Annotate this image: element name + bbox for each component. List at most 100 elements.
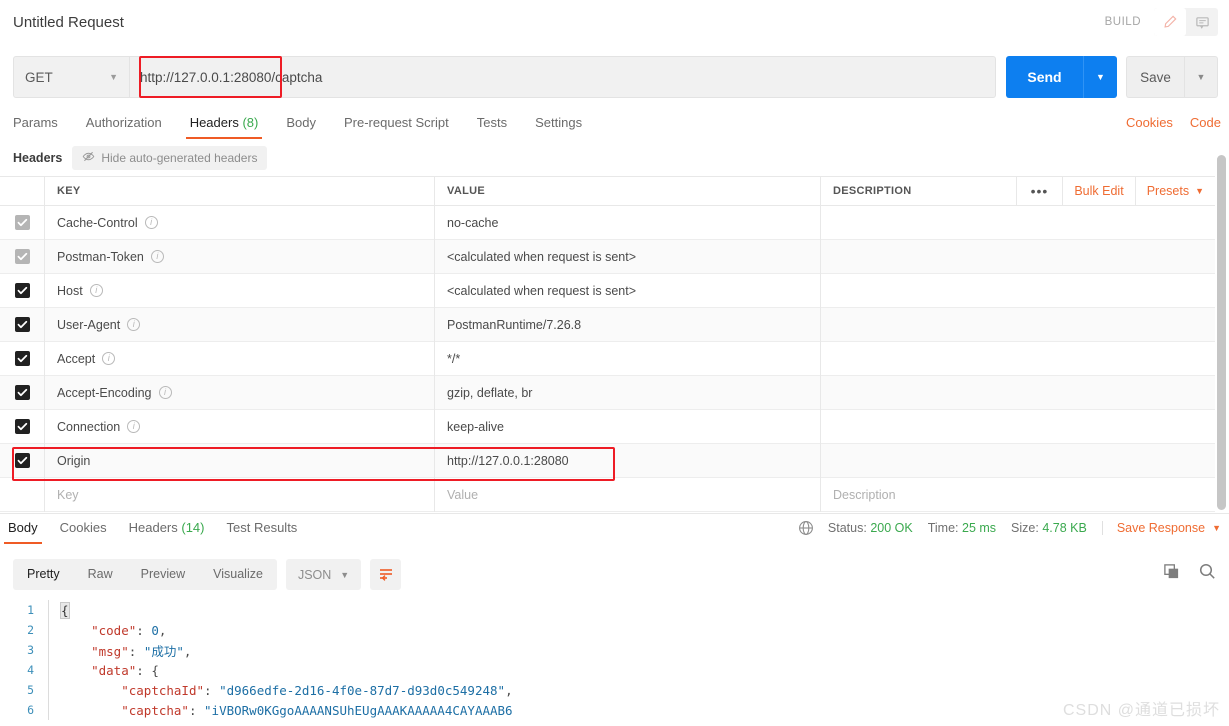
header-enabled-checkbox[interactable]	[14, 215, 30, 230]
row-description-cell[interactable]	[820, 443, 1215, 478]
row-key-cell[interactable]: Connection i	[44, 409, 434, 444]
cookies-link[interactable]: Cookies	[1126, 115, 1173, 130]
row-key-cell[interactable]: Accept-Encoding i	[44, 375, 434, 410]
row-description-cell[interactable]	[820, 239, 1215, 274]
row-value-cell[interactable]: http://127.0.0.1:28080	[434, 443, 820, 478]
hide-auto-generated-headers-toggle[interactable]: Hide auto-generated headers	[72, 146, 268, 170]
row-description-cell[interactable]	[820, 409, 1215, 444]
row-description-cell[interactable]	[820, 341, 1215, 376]
word-wrap-icon[interactable]	[370, 559, 402, 590]
copy-icon[interactable]	[1163, 563, 1180, 585]
code-link[interactable]: Code	[1190, 115, 1221, 130]
new-value-input[interactable]: Value	[447, 488, 478, 502]
table-row[interactable]: Accept i */*	[0, 341, 1215, 376]
format-dropdown[interactable]: JSON ▼	[285, 559, 362, 590]
info-icon[interactable]: i	[127, 318, 141, 331]
row-key-cell[interactable]: Postman-Token i	[44, 239, 434, 274]
tab-pre-request-script[interactable]: Pre-request Script	[344, 115, 449, 139]
response-tab-cookies[interactable]: Cookies	[60, 520, 107, 544]
header-enabled-checkbox[interactable]	[14, 249, 30, 264]
header-enabled-checkbox[interactable]	[14, 453, 30, 468]
info-icon[interactable]: i	[150, 250, 164, 263]
tab-settings[interactable]: Settings	[535, 115, 582, 139]
response-tab-test-results[interactable]: Test Results	[227, 520, 298, 544]
globe-icon[interactable]	[798, 520, 814, 536]
header-enabled-checkbox[interactable]	[14, 317, 30, 332]
row-key-cell[interactable]: Origin	[44, 443, 434, 478]
info-icon[interactable]: i	[158, 386, 172, 399]
row-value-cell[interactable]: PostmanRuntime/7.26.8	[434, 307, 820, 342]
new-description-input[interactable]: Description	[833, 488, 896, 502]
info-icon[interactable]: i	[102, 352, 116, 365]
info-icon[interactable]: i	[144, 216, 158, 229]
search-icon[interactable]	[1198, 562, 1216, 585]
tab-authorization[interactable]: Authorization	[86, 115, 162, 139]
new-key-input[interactable]: Key	[57, 488, 79, 502]
new-row-value-cell[interactable]: Value	[434, 477, 820, 512]
header-enabled-checkbox[interactable]	[14, 283, 30, 298]
save-response-label: Save Response	[1116, 521, 1206, 535]
view-raw[interactable]: Raw	[74, 559, 127, 590]
tab-headers[interactable]: Headers (8)	[185, 115, 262, 139]
row-description-cell[interactable]	[820, 273, 1215, 308]
request-tab-links: Cookies Code	[1109, 115, 1229, 130]
table-row[interactable]: Postman-Token i <calculated when request i…	[0, 239, 1215, 274]
header-enabled-checkbox[interactable]	[14, 385, 30, 400]
method-dropdown[interactable]: GET ▼	[13, 56, 130, 98]
table-row[interactable]: Accept-Encoding i gzip, deflate, br	[0, 375, 1215, 410]
row-value-cell[interactable]: */*	[434, 341, 820, 376]
bulk-edit-button[interactable]: Bulk Edit	[1062, 177, 1134, 205]
row-value-cell[interactable]: <calculated when request is sent>	[434, 239, 820, 274]
row-value-cell[interactable]: <calculated when request is sent>	[434, 273, 820, 308]
row-description-cell[interactable]	[820, 205, 1215, 240]
send-button[interactable]: Send	[1006, 56, 1083, 98]
row-value-cell[interactable]: keep-alive	[434, 409, 820, 444]
new-row-key-cell[interactable]: Key	[44, 477, 434, 512]
tab-tests[interactable]: Tests	[477, 115, 507, 139]
row-description-cell[interactable]	[820, 307, 1215, 342]
url-host-text: http://127.0.0.1:28080	[140, 69, 272, 85]
comment-icon[interactable]	[1186, 8, 1218, 36]
table-row[interactable]: Host i <calculated when request is sent>	[0, 273, 1215, 308]
info-icon[interactable]: i	[127, 420, 141, 433]
row-key-cell[interactable]: User-Agent i	[44, 307, 434, 342]
row-value-cell[interactable]: no-cache	[434, 205, 820, 240]
save-response-button[interactable]: Save Response ▼	[1101, 521, 1221, 535]
tab-pre-request-script-label: Pre-request Script	[343, 115, 449, 130]
new-row-description-cell[interactable]: Description	[820, 477, 1215, 512]
response-tab-headers[interactable]: Headers (14)	[129, 520, 205, 544]
row-checkbox-cell	[0, 351, 44, 366]
row-key-cell[interactable]: Host i	[44, 273, 434, 308]
eye-off-icon	[82, 150, 95, 166]
ellipsis-icon[interactable]: •••	[1015, 177, 1063, 205]
view-preview[interactable]: Preview	[127, 559, 199, 590]
tab-body[interactable]: Body	[286, 115, 316, 139]
row-value-cell[interactable]: gzip, deflate, br	[434, 375, 820, 410]
view-pretty[interactable]: Pretty	[13, 559, 74, 590]
header-enabled-checkbox[interactable]	[14, 419, 30, 434]
header-key-text: Connection i	[57, 420, 141, 434]
row-checkbox-cell	[0, 215, 44, 230]
response-tab-body[interactable]: Body	[4, 520, 42, 544]
code-token: :	[128, 643, 144, 659]
table-row[interactable]: Origin http://127.0.0.1:28080	[0, 443, 1215, 478]
row-description-cell[interactable]	[820, 375, 1215, 410]
new-header-row[interactable]: Key Value Description	[0, 477, 1215, 512]
url-input[interactable]: http://127.0.0.1:28080/captcha	[130, 56, 996, 98]
table-row[interactable]: Connection i keep-alive	[0, 409, 1215, 444]
row-key-cell[interactable]: Cache-Control i	[44, 205, 434, 240]
table-row[interactable]: User-Agent i PostmanRuntime/7.26.8	[0, 307, 1215, 342]
save-button[interactable]: Save	[1126, 56, 1184, 98]
header-enabled-checkbox[interactable]	[14, 351, 30, 366]
tab-params[interactable]: Params	[13, 115, 58, 139]
view-visualize[interactable]: Visualize	[199, 559, 277, 590]
send-options-caret-icon[interactable]: ▼	[1083, 56, 1117, 98]
table-row[interactable]: Cache-Control i no-cache	[0, 205, 1215, 240]
info-icon[interactable]: i	[89, 284, 103, 297]
response-body-code[interactable]: 1{2 "code": 0, 3 "msg": "成功", 4 "data": {5…	[0, 600, 1229, 726]
presets-button[interactable]: Presets ▼	[1134, 177, 1215, 205]
save-options-caret-icon[interactable]: ▼	[1184, 56, 1218, 98]
pencil-icon[interactable]	[1154, 8, 1186, 36]
headers-table-scrollbar[interactable]	[1217, 155, 1226, 510]
row-key-cell[interactable]: Accept i	[44, 341, 434, 376]
